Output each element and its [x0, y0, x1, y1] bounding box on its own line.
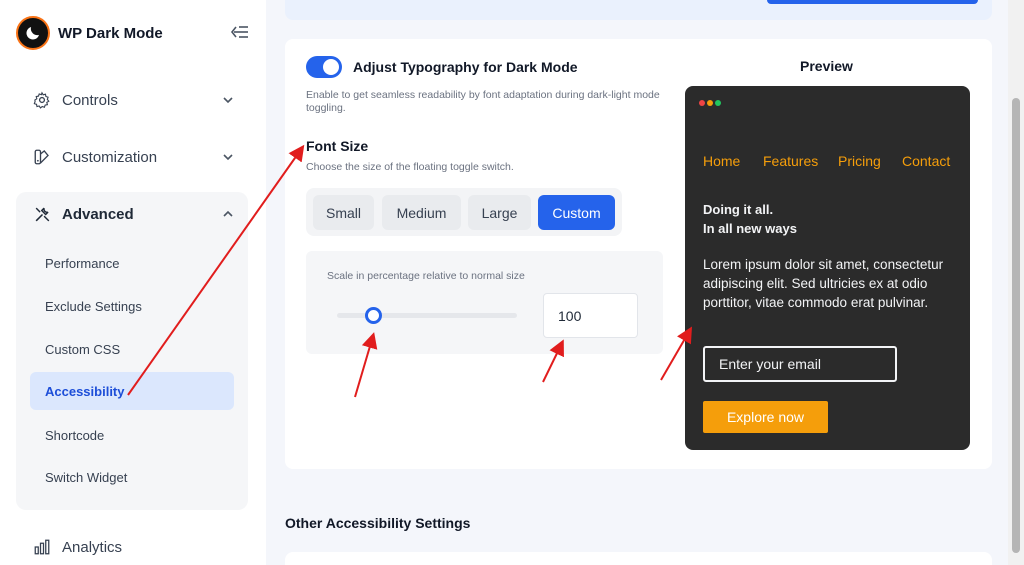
- sidebar-item-label: Controls: [62, 91, 118, 109]
- chevron-up-icon: [222, 207, 234, 219]
- sidebar-subitem-accessibility[interactable]: Accessibility: [30, 372, 234, 410]
- advanced-section: Advanced Performance Exclude Settings Cu…: [16, 192, 248, 510]
- font-size-selector: Small Medium Large Custom: [306, 188, 622, 236]
- other-accessibility-title: Other Accessibility Settings: [285, 515, 471, 531]
- preview-nav-features[interactable]: Features: [763, 153, 818, 169]
- brand[interactable]: WP Dark Mode: [16, 16, 163, 50]
- chevron-down-icon: [222, 150, 234, 162]
- paint-palette-icon: [32, 147, 52, 167]
- gear-icon: [32, 90, 52, 110]
- sidebar-subitem-switch-widget[interactable]: Switch Widget: [30, 458, 234, 496]
- scale-slider-track[interactable]: [337, 313, 517, 318]
- scale-slider-handle[interactable]: [365, 307, 382, 324]
- scale-label: Scale in percentage relative to normal s…: [327, 270, 525, 282]
- scrollbar-thumb[interactable]: [1012, 98, 1020, 553]
- font-size-title: Font Size: [306, 138, 369, 154]
- font-size-small-button[interactable]: Small: [313, 195, 374, 230]
- sidebar-item-analytics[interactable]: Analytics: [16, 525, 248, 565]
- preview-email-input[interactable]: Enter your email: [703, 346, 897, 382]
- window-dot-green: [715, 100, 721, 106]
- window-dot-yellow: [707, 100, 713, 106]
- typography-toggle-title: Adjust Typography for Dark Mode: [353, 59, 578, 75]
- chevron-down-icon: [222, 93, 234, 105]
- sidebar-item-label: Customization: [62, 148, 158, 166]
- sidebar-item-customization[interactable]: Customization: [16, 135, 248, 179]
- font-size-description: Choose the size of the floating toggle s…: [306, 161, 514, 173]
- brand-title: WP Dark Mode: [58, 24, 163, 42]
- top-action-button[interactable]: [767, 0, 978, 4]
- bar-chart-icon: [32, 537, 52, 557]
- preview-explore-button[interactable]: Explore now: [703, 401, 828, 433]
- tools-icon: [32, 204, 52, 224]
- other-settings-card: [285, 552, 992, 565]
- preview-nav-home[interactable]: Home: [703, 153, 740, 169]
- preview-title: Preview: [800, 58, 853, 74]
- preview-heading-line1: Doing it all.: [703, 202, 774, 217]
- preview-heading: Doing it all. In all new ways: [703, 200, 953, 238]
- collapse-sidebar-icon[interactable]: [230, 24, 250, 40]
- sidebar-subitem-exclude-settings[interactable]: Exclude Settings: [30, 287, 234, 325]
- window-dot-red: [699, 100, 705, 106]
- sidebar-item-label: Advanced: [62, 205, 134, 223]
- preview-nav-contact[interactable]: Contact: [902, 153, 950, 169]
- preview-body-text: Lorem ipsum dolor sit amet, consectetur …: [703, 257, 944, 310]
- sidebar-subitem-performance[interactable]: Performance: [30, 244, 234, 282]
- sidebar-subitem-shortcode[interactable]: Shortcode: [30, 416, 234, 454]
- preview-nav-pricing[interactable]: Pricing: [838, 153, 881, 169]
- sidebar-item-controls[interactable]: Controls: [16, 78, 248, 122]
- sidebar-subitem-custom-css[interactable]: Custom CSS: [30, 330, 234, 368]
- preview-heading-line2: In all new ways: [703, 221, 797, 236]
- typography-toggle-description: Enable to get seamless readability by fo…: [306, 89, 660, 114]
- sidebar-item-label: Analytics: [62, 538, 123, 556]
- toggle-knob: [323, 59, 339, 75]
- sidebar-item-advanced[interactable]: Advanced: [16, 192, 248, 236]
- scale-value-input[interactable]: 100: [543, 293, 638, 338]
- font-size-medium-button[interactable]: Medium: [382, 195, 461, 230]
- moon-logo-icon: [16, 16, 50, 50]
- font-size-custom-button[interactable]: Custom: [538, 195, 615, 230]
- font-size-large-button[interactable]: Large: [468, 195, 531, 230]
- sidebar: WP Dark Mode Controls Customization Adva…: [0, 0, 266, 565]
- typography-toggle[interactable]: [306, 56, 342, 78]
